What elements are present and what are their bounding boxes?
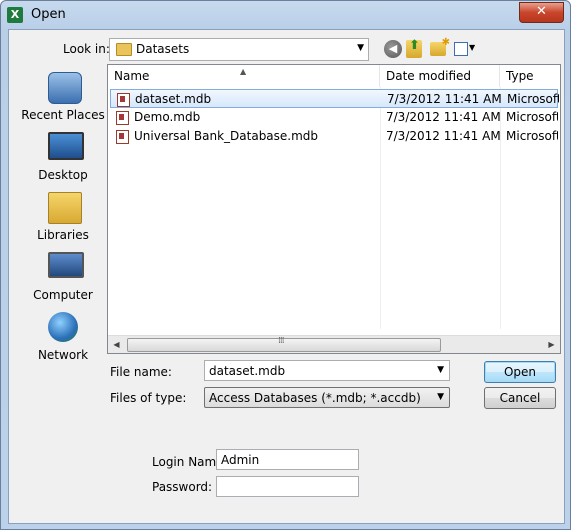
- file-date: 7/3/2012 11:41 AM: [387, 92, 502, 106]
- up-folder-icon[interactable]: ⬆: [406, 38, 422, 58]
- file-list[interactable]: Name ▲ Date modified Type dataset.mdb 7/…: [107, 64, 561, 354]
- libraries-icon: [48, 192, 82, 224]
- access-file-icon: [116, 111, 129, 125]
- file-type: Microsoft: [506, 129, 558, 143]
- sort-ascending-icon: ▲: [240, 67, 247, 76]
- views-grid-icon: [454, 42, 468, 56]
- password-label: Password:: [152, 480, 213, 494]
- network-icon: [48, 312, 78, 342]
- login-name-field[interactable]: Admin: [216, 449, 359, 470]
- close-button[interactable]: ✕: [519, 2, 564, 23]
- files-of-type-label: Files of type:: [110, 391, 187, 405]
- place-label: Desktop: [38, 168, 88, 182]
- column-header-date[interactable]: Date modified: [380, 65, 500, 87]
- back-icon[interactable]: ◀: [384, 40, 402, 58]
- open-button[interactable]: Open: [484, 361, 556, 383]
- file-row[interactable]: Universal Bank_Database.mdb 7/3/2012 11:…: [110, 127, 558, 146]
- place-label: Computer: [33, 288, 93, 302]
- open-dialog: X Open ✕ Look in: Datasets ▼ ◀ ⬆ ✱ ▼ Rec…: [0, 0, 571, 530]
- place-desktop[interactable]: Desktop: [17, 132, 109, 190]
- file-name: dataset.mdb: [135, 92, 212, 106]
- file-date: 7/3/2012 11:41 AM: [386, 129, 501, 143]
- scroll-left-icon[interactable]: ◀: [108, 336, 125, 353]
- access-file-icon: [116, 130, 129, 144]
- excel-icon: X: [7, 7, 23, 23]
- file-row[interactable]: Demo.mdb 7/3/2012 11:41 AM Microsoft: [110, 108, 558, 127]
- file-name-label: File name:: [110, 365, 172, 379]
- file-name-value: dataset.mdb: [209, 364, 286, 378]
- column-header-type[interactable]: Type: [500, 65, 560, 87]
- grip-icon: ⁞⁞⁞: [278, 336, 285, 346]
- title-bar[interactable]: X Open ✕: [1, 1, 570, 29]
- places-bar: Recent Places Desktop Libraries Computer…: [17, 68, 109, 368]
- file-row[interactable]: dataset.mdb 7/3/2012 11:41 AM Microsoft: [110, 89, 559, 108]
- chevron-down-icon[interactable]: ▼: [437, 365, 444, 375]
- file-date: 7/3/2012 11:41 AM: [386, 110, 501, 124]
- desktop-icon: [48, 132, 84, 160]
- file-name: Universal Bank_Database.mdb: [134, 129, 319, 143]
- file-name: Demo.mdb: [134, 110, 201, 124]
- place-libraries[interactable]: Libraries: [17, 192, 109, 250]
- look-in-label: Look in:: [63, 42, 110, 56]
- file-type: Microsoft: [507, 92, 559, 106]
- place-network[interactable]: Network: [17, 312, 109, 370]
- look-in-dropdown[interactable]: Datasets ▼: [109, 38, 369, 61]
- dialog-body: Look in: Datasets ▼ ◀ ⬆ ✱ ▼ Recent Place…: [8, 29, 565, 524]
- files-of-type-select[interactable]: Access Databases (*.mdb; *.accdb) ▼: [204, 387, 450, 408]
- new-folder-icon[interactable]: ✱: [430, 37, 450, 56]
- scroll-right-icon[interactable]: ▶: [543, 336, 560, 353]
- recent-places-icon: [48, 72, 82, 104]
- password-field[interactable]: [216, 476, 359, 497]
- place-label: Libraries: [37, 228, 89, 242]
- place-recent-places[interactable]: Recent Places: [17, 72, 109, 130]
- window-title: Open: [31, 7, 66, 22]
- access-file-icon: [117, 93, 130, 107]
- login-name-value: Admin: [221, 453, 260, 467]
- cancel-button[interactable]: Cancel: [484, 387, 556, 409]
- computer-icon: [48, 252, 84, 278]
- column-name-label: Name: [114, 69, 150, 83]
- files-of-type-value: Access Databases (*.mdb; *.accdb): [209, 391, 421, 405]
- file-name-combobox[interactable]: dataset.mdb ▼: [204, 360, 450, 381]
- place-label: Recent Places: [21, 108, 105, 122]
- place-label: Network: [37, 348, 89, 362]
- chevron-down-icon[interactable]: ▼: [357, 43, 364, 53]
- place-computer[interactable]: Computer: [17, 252, 109, 310]
- views-menu-icon[interactable]: ▼: [454, 41, 476, 57]
- scrollbar-thumb[interactable]: ⁞⁞⁞: [127, 336, 441, 352]
- chevron-down-icon: ▼: [469, 43, 476, 52]
- column-header-name[interactable]: Name ▲: [108, 65, 380, 87]
- chevron-down-icon: ▼: [437, 392, 444, 402]
- folder-icon: [116, 43, 132, 56]
- file-type: Microsoft: [506, 110, 558, 124]
- horizontal-scrollbar[interactable]: ◀ ⁞⁞⁞ ▶: [108, 335, 560, 353]
- look-in-value: Datasets: [136, 42, 190, 56]
